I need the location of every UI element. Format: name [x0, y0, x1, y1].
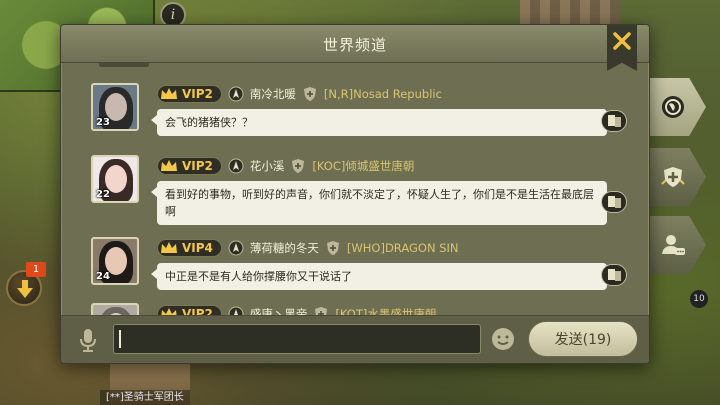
close-icon: [613, 32, 631, 50]
vip-badge: VIP4: [157, 239, 222, 257]
translate-icon: [608, 196, 621, 208]
alliance-crest-icon: [292, 159, 305, 173]
alliance-crest-icon: [326, 241, 339, 255]
dialog-title: 世界频道: [322, 36, 387, 54]
message-text: 会飞的猪猪侠？？: [165, 116, 253, 129]
username[interactable]: 薄荷糖的冬天: [250, 240, 319, 256]
avatar-level: 22: [96, 189, 110, 200]
vip-badge: VIP2: [157, 157, 222, 175]
alliance-tag[interactable]: [N,R]Nosad Republic: [324, 87, 442, 101]
down-arrow-icon: [17, 280, 33, 298]
microphone-icon[interactable]: [77, 327, 99, 353]
emoji-icon[interactable]: [491, 327, 515, 351]
vip-label: VIP2: [182, 87, 213, 101]
username[interactable]: 南冷北暖: [250, 86, 296, 102]
vip-label: VIP4: [182, 241, 213, 255]
map-city-label: [**]圣骑士军团长: [100, 390, 190, 405]
message-meta: VIP2 花小溪 [KOC]倾城盛世唐朝: [157, 157, 414, 175]
tab-private-chat[interactable]: [650, 216, 706, 274]
message-meta: VIP2 南冷北暖 [N,R]Nosad Republic: [157, 85, 442, 103]
tab-world-channel[interactable]: [650, 78, 706, 136]
translate-button[interactable]: [601, 110, 627, 132]
previous-message-peek: [99, 63, 149, 67]
world-channel-dialog: 世界频道 23 VIP2 南冷北暖 [N,R]Nosad Republic 会飞…: [60, 24, 650, 364]
translate-icon: [608, 269, 621, 281]
avatar-level: 23: [96, 117, 110, 128]
vip-label: VIP2: [182, 159, 213, 173]
message-text: 中正是不是有人给你撑腰你又干说话了: [165, 270, 352, 283]
crown-icon: [161, 242, 177, 253]
alliance-crest-icon: [303, 87, 316, 101]
vip-badge: VIP2: [157, 85, 222, 103]
message-bubble: 会飞的猪猪侠？？: [151, 109, 607, 136]
message-bubble: 看到好的事物，听到好的声音，你们就不淡定了，怀疑人生了，你们是不是生活在最底层啊: [151, 181, 607, 225]
private-chat-icon: [662, 235, 685, 255]
text-caret: [119, 330, 121, 348]
avatar[interactable]: 24: [91, 237, 139, 285]
message-list[interactable]: 23 VIP2 南冷北暖 [N,R]Nosad Republic 会飞的猪猪侠？…: [71, 63, 641, 317]
message-text: 看到好的事物，听到好的声音，你们就不淡定了，怀疑人生了，你们是不是生活在最底层啊: [165, 188, 594, 218]
avatar[interactable]: 23: [91, 83, 139, 131]
rank-badge-icon: [228, 158, 244, 174]
crown-icon: [161, 88, 177, 99]
chat-input-bar: 发送(19): [61, 315, 649, 363]
rank-badge-icon: [228, 240, 244, 256]
translate-button[interactable]: [601, 191, 627, 213]
message-meta: VIP4 薄荷糖的冬天 [WHO]DRAGON SIN: [157, 239, 459, 257]
alliance-shield-icon: [661, 167, 685, 187]
tab-alliance-channel[interactable]: [650, 148, 706, 206]
avatar-level: 24: [96, 271, 110, 282]
send-button[interactable]: 发送(19): [528, 321, 638, 357]
alliance-tag[interactable]: [WHO]DRAGON SIN: [347, 241, 459, 255]
avatar[interactable]: 22: [91, 155, 139, 203]
side-counter-badge: 10: [690, 290, 708, 308]
alliance-tag[interactable]: [KOC]倾城盛世唐朝: [312, 158, 414, 174]
message-bubble: 中正是不是有人给你撑腰你又干说话了: [151, 263, 607, 290]
notification-badge: 1: [26, 262, 46, 277]
dialog-header: 世界频道: [61, 25, 649, 71]
chat-message-input[interactable]: [113, 324, 481, 354]
translate-button[interactable]: [601, 264, 627, 286]
rank-badge-icon: [228, 86, 244, 102]
translate-icon: [608, 115, 621, 127]
username[interactable]: 花小溪: [250, 158, 285, 174]
globe-icon: [662, 96, 684, 118]
crown-icon: [161, 160, 177, 171]
